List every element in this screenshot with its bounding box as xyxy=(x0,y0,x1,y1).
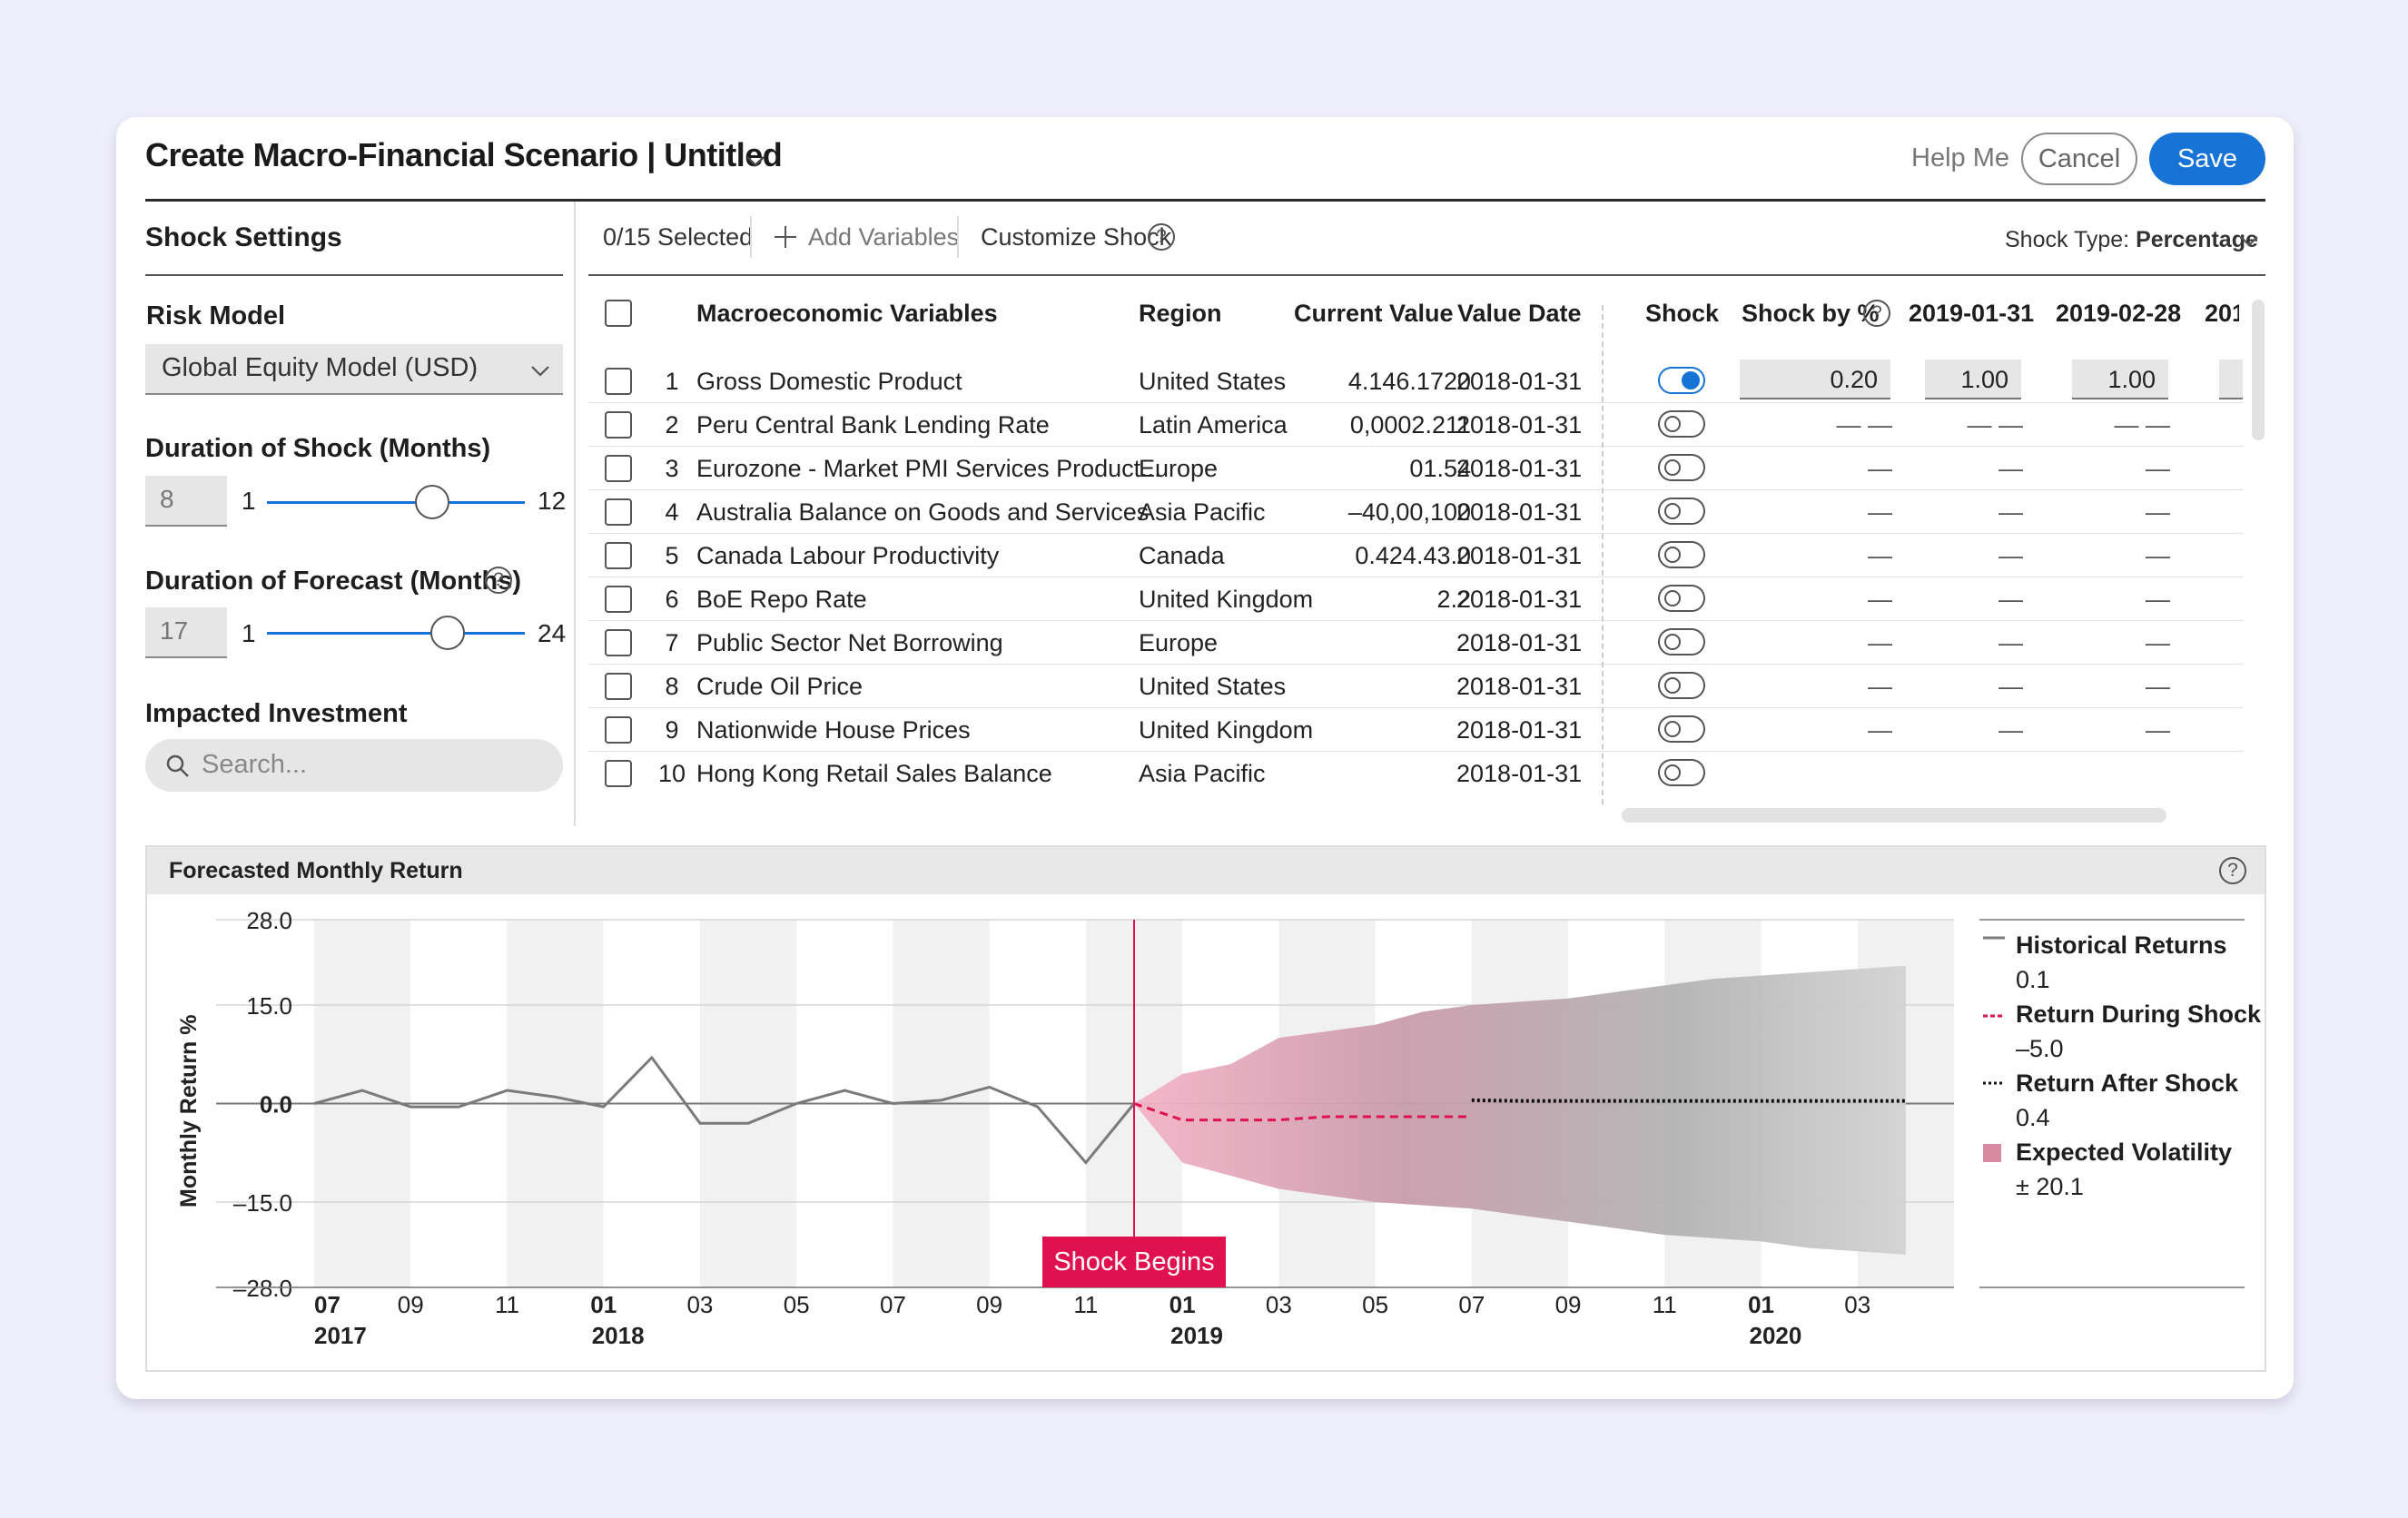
x-tick-label: 03 xyxy=(1266,1291,1292,1318)
legend-after-label: Return After Shock xyxy=(2016,1070,2239,1097)
shock-marker-label: Shock Begins xyxy=(1053,1247,1214,1276)
x-tick-label: 09 xyxy=(1555,1291,1582,1318)
y-tick-label: 0.0 xyxy=(260,1091,292,1119)
legend-historical-swatch xyxy=(1983,936,2005,940)
x-tick-year: 2019 xyxy=(1170,1322,1223,1349)
volatility-band xyxy=(1134,965,1906,1255)
x-tick-label: 07 xyxy=(880,1291,906,1318)
x-tick-label: 09 xyxy=(976,1291,1002,1318)
x-tick-label: 03 xyxy=(686,1291,713,1318)
x-tick-label: 09 xyxy=(398,1291,424,1318)
x-tick-label: 01 xyxy=(1748,1291,1774,1318)
legend-historical-value: 0.1 xyxy=(2016,966,2050,993)
x-tick-label: 11 xyxy=(495,1291,519,1318)
x-tick-label: 01 xyxy=(590,1291,617,1318)
y-tick-label: –15.0 xyxy=(233,1189,292,1217)
x-tick-label: 07 xyxy=(314,1291,340,1318)
y-tick-label: 28.0 xyxy=(246,907,292,934)
legend-shock-label: Return During Shock xyxy=(2016,1000,2262,1028)
legend-shock-value: –5.0 xyxy=(2016,1035,2064,1062)
x-tick-year: 2017 xyxy=(314,1322,367,1349)
x-tick-label: 01 xyxy=(1169,1291,1196,1318)
x-tick-label: 07 xyxy=(1458,1291,1485,1318)
x-tick-label: 05 xyxy=(1362,1291,1388,1318)
x-tick-year: 2018 xyxy=(592,1322,645,1349)
legend-shock-swatch xyxy=(1983,1014,2005,1018)
legend-volatility-value: ± 20.1 xyxy=(2016,1173,2084,1200)
legend-after-swatch xyxy=(1983,1081,2005,1085)
y-axis-title: Monthly Return % xyxy=(176,1015,202,1208)
legend-volatility-swatch xyxy=(1983,1144,2001,1162)
y-tick-label: 15.0 xyxy=(246,992,292,1020)
legend-after-value: 0.4 xyxy=(2016,1104,2050,1131)
x-tick-label: 03 xyxy=(1844,1291,1870,1318)
forecast-chart: 28.0 15.0 0.0 –15.0 –28.0 Monthly Return % 07 2… xyxy=(176,907,2245,1349)
x-tick-year: 2020 xyxy=(1750,1322,1802,1349)
x-tick-label: 05 xyxy=(784,1291,810,1318)
x-tick-label: 11 xyxy=(1653,1291,1677,1318)
y-tick-label: –28.0 xyxy=(233,1275,292,1302)
x-tick-label: 11 xyxy=(1073,1291,1098,1318)
legend-historical-label: Historical Returns xyxy=(2016,932,2227,959)
legend-volatility-label: Expected Volatility xyxy=(2016,1138,2233,1166)
